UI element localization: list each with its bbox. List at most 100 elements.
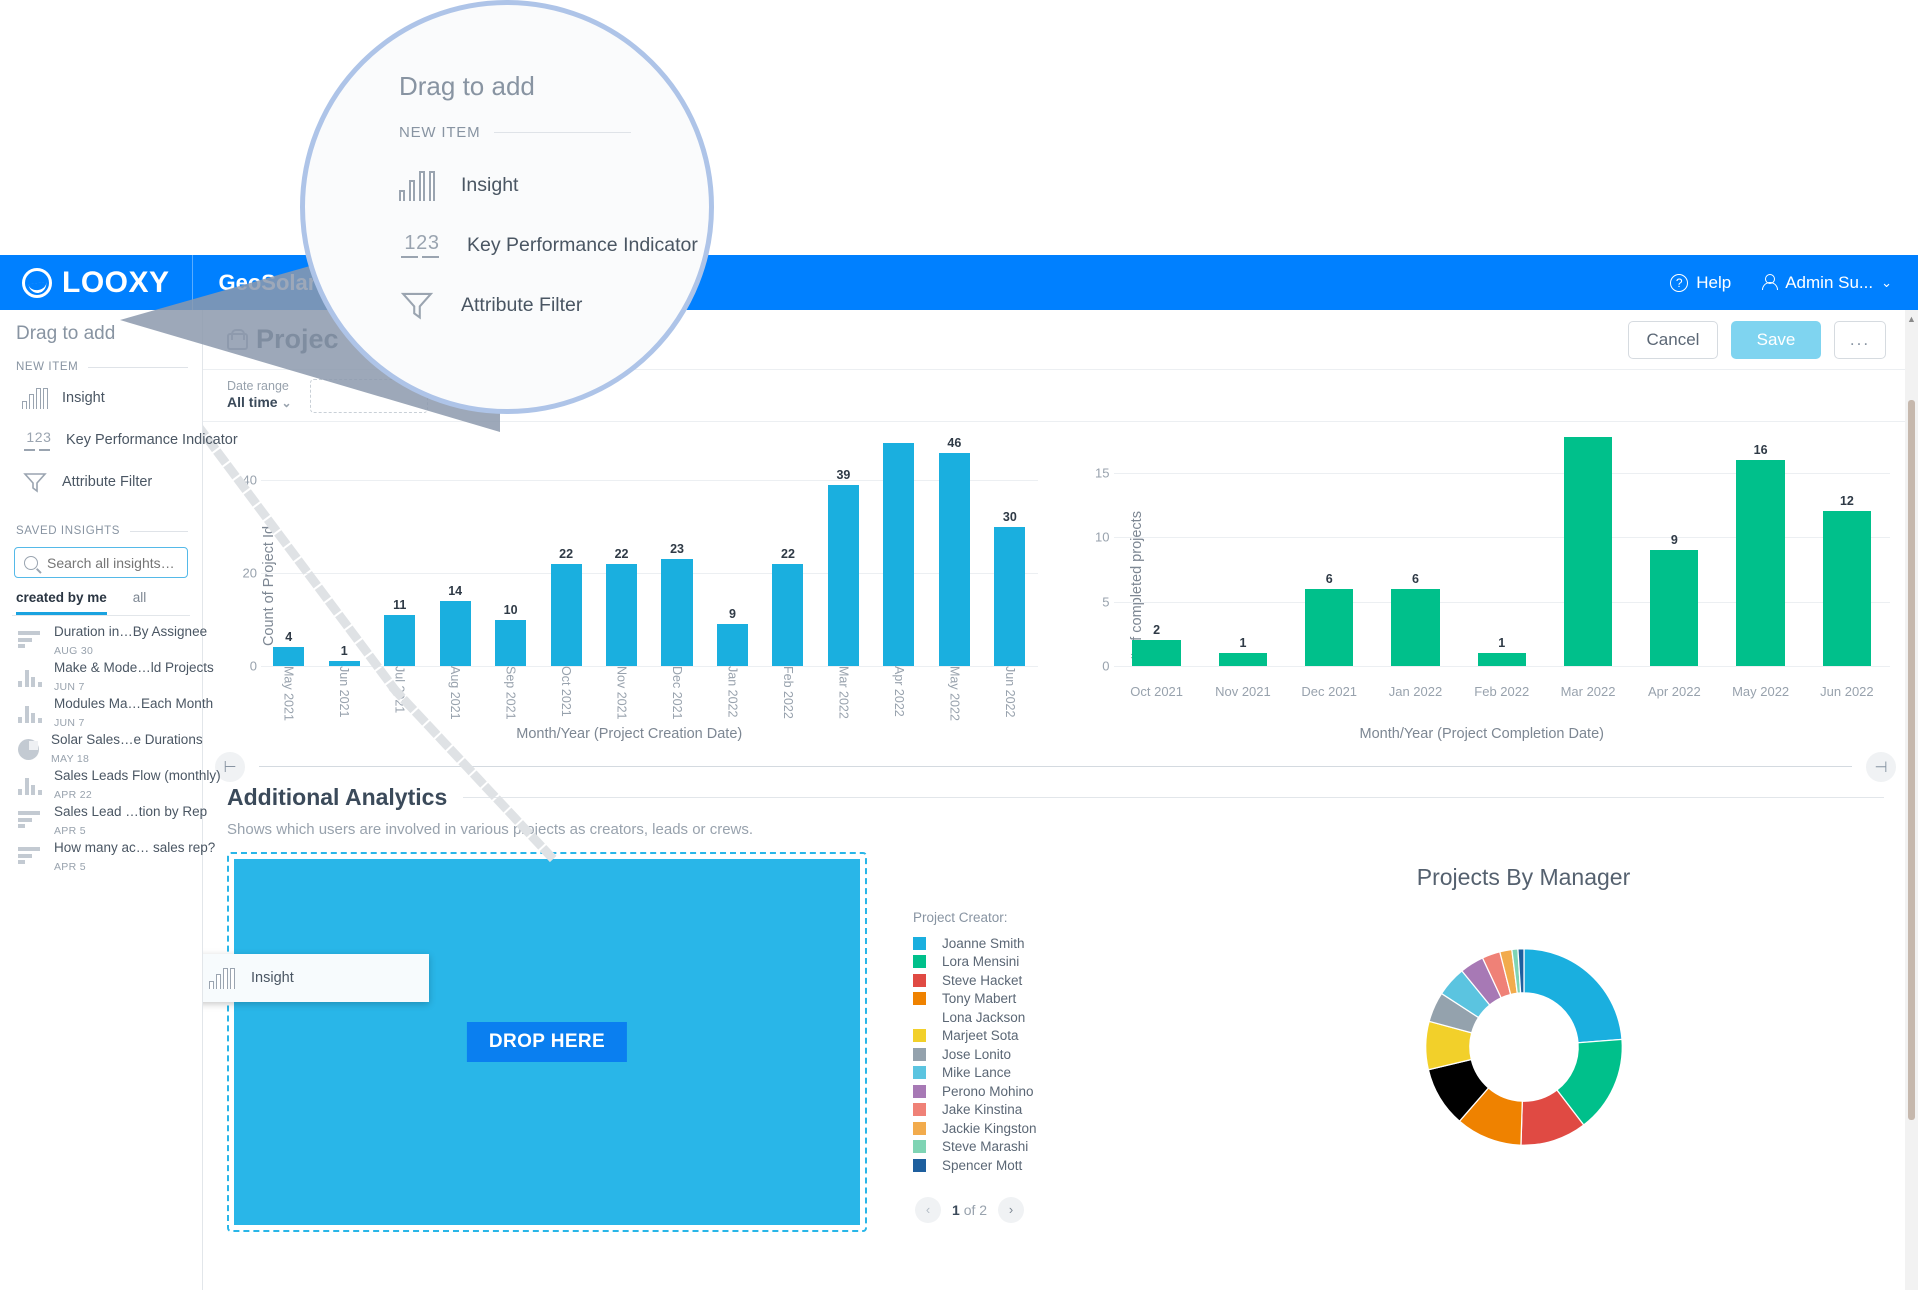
drop-zone[interactable]: DROP HERE Insight (191, 852, 867, 1232)
bar[interactable] (550, 563, 582, 666)
bar[interactable] (1822, 511, 1872, 666)
legend: Project Creator: Joanne Smith Lora Mensin… (913, 852, 1163, 1232)
tab-all[interactable]: all (133, 590, 147, 615)
list-item[interactable]: Duration in…By Assignee AUG 30 (12, 623, 207, 659)
bar-column[interactable]: 2 (1114, 434, 1200, 666)
list-item[interactable]: Make & Mode…ld Projects JUN 7 (12, 659, 214, 695)
legend-item[interactable]: Jake Kinstina (913, 1101, 1163, 1120)
bar[interactable] (1305, 588, 1354, 666)
bar-column[interactable] (1545, 434, 1631, 666)
legend-item[interactable]: Spencer Mott (913, 1156, 1163, 1175)
user-menu[interactable]: Admin Su... ⌄ (1761, 273, 1892, 293)
magnifier-item-kpi[interactable]: 123 Key Performance Indicator (399, 215, 709, 275)
magnifier-item-filter[interactable]: Attribute Filter (399, 275, 709, 335)
legend-item[interactable]: Perono Mohino (913, 1082, 1163, 1101)
legend-item[interactable]: Steve Hacket (913, 971, 1163, 990)
bar-column[interactable] (871, 434, 926, 666)
search-input[interactable] (47, 554, 178, 571)
legend-item[interactable]: Jose Lonito (913, 1045, 1163, 1064)
bar[interactable] (273, 647, 305, 666)
bar-column[interactable]: 6 (1286, 434, 1372, 666)
bar[interactable] (495, 619, 527, 666)
collapse-handle-right[interactable]: ⊣ (1866, 752, 1896, 782)
left-sidebar: Drag to add NEW ITEM Insight 123 Key Per… (0, 310, 238, 1290)
bar-column[interactable]: 4 (261, 434, 316, 666)
legend-item[interactable]: Jackie Kingston (913, 1119, 1163, 1138)
bar-column[interactable]: 11 (372, 434, 427, 666)
bar[interactable] (938, 452, 970, 666)
bar[interactable] (384, 614, 416, 666)
bar[interactable] (1477, 653, 1526, 666)
bar-column[interactable]: 16 (1717, 434, 1803, 666)
bar-column[interactable]: 22 (760, 434, 815, 666)
bar-column[interactable]: 9 (705, 434, 760, 666)
more-options-button[interactable]: ... (1834, 320, 1886, 359)
bar-column[interactable]: 1 (1459, 434, 1545, 666)
search-box[interactable] (14, 547, 188, 578)
bar-column[interactable]: 22 (594, 434, 649, 666)
legend-item[interactable]: Joanne Smith (913, 934, 1163, 953)
list-item[interactable]: How many ac… sales rep? APR 5 (12, 839, 215, 875)
bar[interactable] (716, 624, 749, 666)
cancel-button[interactable]: Cancel (1628, 320, 1718, 359)
x-axis-tick: Oct 2021 (1130, 684, 1184, 699)
tab-created-by-me[interactable]: created by me (16, 590, 107, 615)
donut-slice[interactable] (1522, 948, 1623, 1044)
help-button[interactable]: ? Help (1670, 273, 1731, 293)
bar[interactable] (1391, 588, 1440, 666)
bar-column[interactable]: 39 (816, 434, 871, 666)
bar-column[interactable]: 12 (1804, 434, 1890, 666)
bar-column[interactable]: 1 (1200, 434, 1286, 666)
legend-item[interactable]: Lora Mensini (913, 953, 1163, 972)
next-page-button[interactable]: › (998, 1196, 1025, 1223)
bar[interactable] (606, 563, 638, 666)
list-item[interactable]: Sales Lead …tion by Rep APR 5 (12, 803, 207, 839)
legend-item[interactable]: Mike Lance (913, 1064, 1163, 1083)
bar-column[interactable]: 22 (538, 434, 593, 666)
vertical-scrollbar[interactable]: ▲ (1905, 310, 1918, 1290)
bar[interactable] (994, 526, 1026, 666)
drop-zone-inner[interactable]: DROP HERE (234, 859, 860, 1225)
bar-column[interactable]: 23 (649, 434, 704, 666)
bar[interactable] (1218, 653, 1268, 666)
list-item[interactable]: Solar Sales…e Durations MAY 18 (12, 731, 203, 767)
insight-date: APR 5 (54, 825, 86, 837)
new-item-kpi[interactable]: 123 Key Performance Indicator (12, 419, 238, 461)
list-item[interactable]: Modules Ma…Each Month JUN 7 (12, 695, 213, 731)
new-item-insight[interactable]: Insight (12, 377, 190, 419)
list-item[interactable]: Sales Leads Flow (monthly) APR 22 (12, 767, 221, 803)
bar-column[interactable]: 1 (316, 434, 371, 666)
scroll-up-arrow[interactable]: ▲ (1905, 312, 1918, 326)
legend-item[interactable]: Marjeet Sota (913, 1027, 1163, 1046)
bar[interactable] (439, 601, 471, 666)
dragging-insight-chip[interactable]: Insight (191, 954, 429, 1002)
bar[interactable] (1650, 550, 1699, 666)
scrollbar-thumb[interactable] (1908, 400, 1915, 1120)
bar[interactable] (827, 485, 859, 666)
legend-item[interactable]: Tony Mabert (913, 990, 1163, 1009)
bar-column[interactable]: 30 (982, 434, 1037, 666)
page-title: Projec (256, 324, 339, 354)
donut-chart[interactable] (1398, 921, 1650, 1173)
bar[interactable] (883, 443, 915, 666)
legend-item[interactable]: Lona Jackson (913, 1008, 1163, 1027)
bar-column[interactable]: 46 (927, 434, 982, 666)
new-item-attribute-filter[interactable]: Attribute Filter (12, 461, 190, 503)
bar-column[interactable]: 9 (1631, 434, 1717, 666)
bar-column[interactable]: 10 (483, 434, 538, 666)
date-range-filter[interactable]: Date range All time ⌄ (227, 379, 292, 412)
bar[interactable] (1736, 459, 1785, 666)
save-button[interactable]: Save (1731, 320, 1821, 359)
manager-panel: Project Creator: Joanne Smith Lora Mensin… (887, 852, 1884, 1232)
bar[interactable] (661, 559, 693, 666)
bar[interactable] (772, 563, 804, 666)
magnifier-item-insight[interactable]: Insight (399, 155, 709, 215)
legend-item[interactable]: Steve Marashi (913, 1138, 1163, 1157)
bar-column[interactable]: 6 (1372, 434, 1458, 666)
prev-page-button[interactable]: ‹ (915, 1196, 941, 1223)
brand-logo[interactable]: LOOXY (0, 255, 192, 310)
bar[interactable] (1132, 640, 1181, 666)
legend-label: Lora Mensini (942, 954, 1020, 970)
bar-column[interactable]: 14 (427, 434, 482, 666)
bar[interactable] (1563, 437, 1613, 666)
